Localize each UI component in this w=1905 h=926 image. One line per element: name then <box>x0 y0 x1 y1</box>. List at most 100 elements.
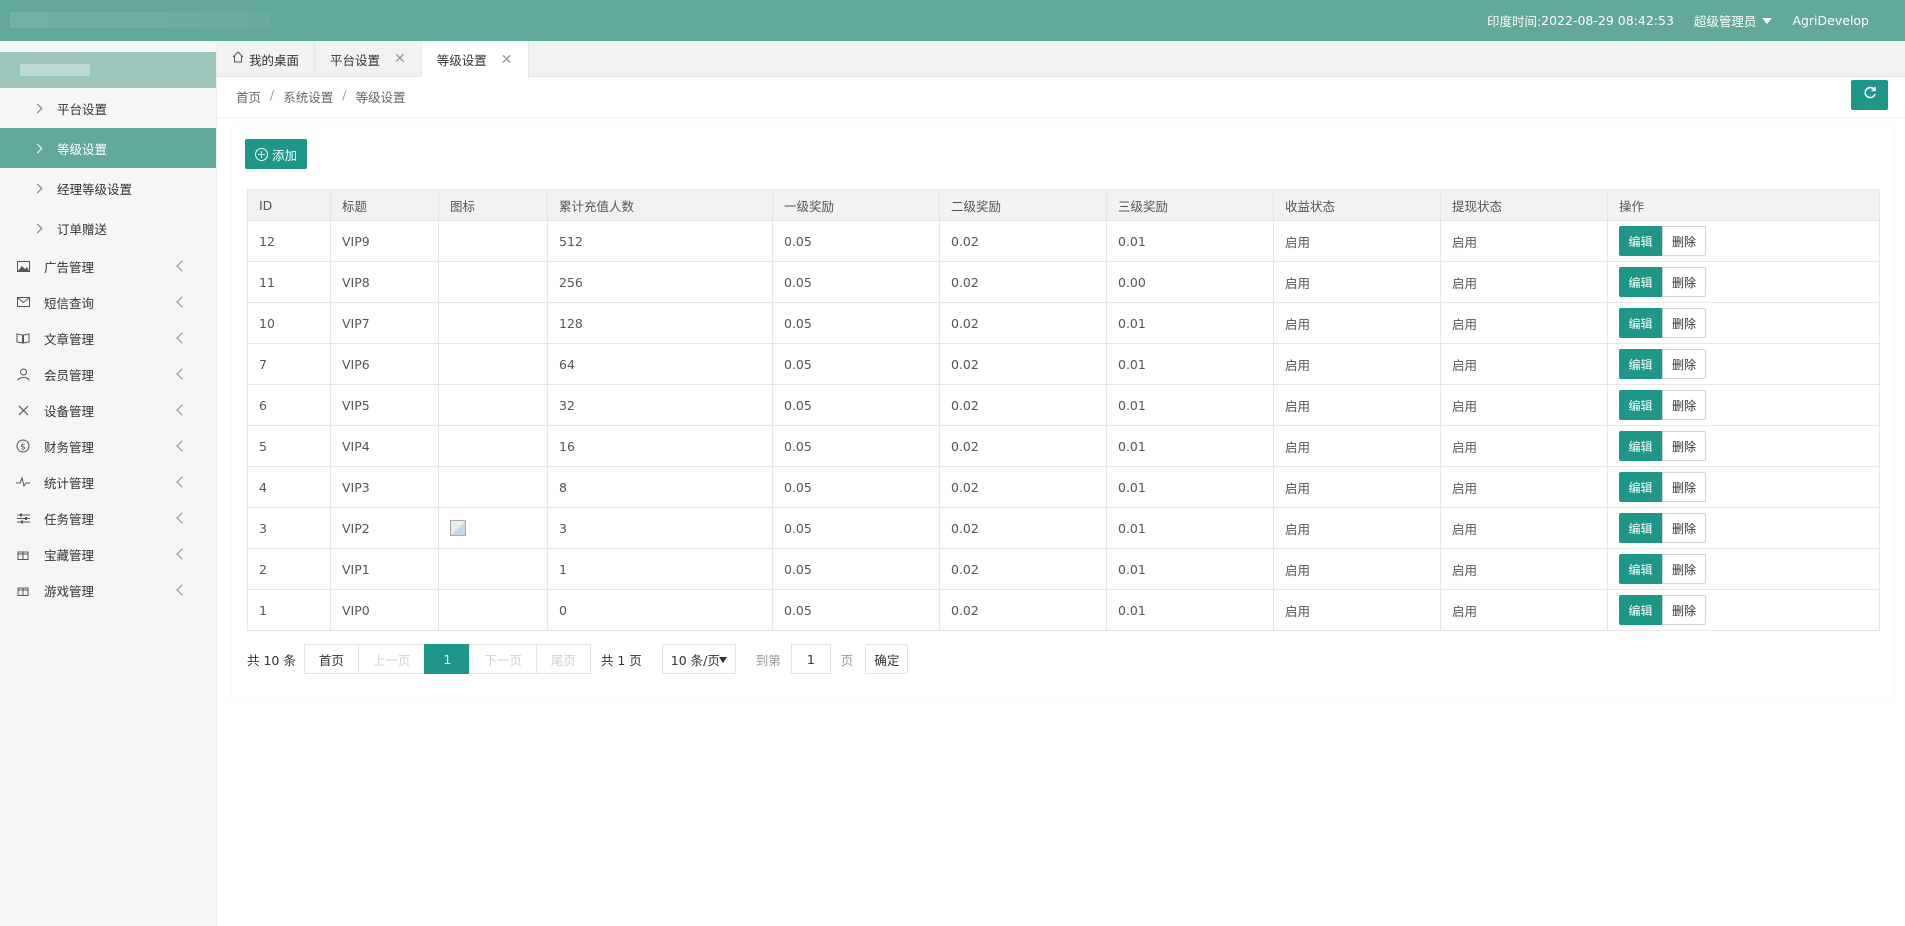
sidebar-item-platform-settings[interactable]: 平台设置 <box>0 88 216 128</box>
sidebar-item-articles[interactable]: 文章管理 <box>0 320 216 356</box>
column-header: 操作 <box>1607 189 1880 221</box>
column-header: 累计充值人数 <box>547 189 773 221</box>
tab-level-settings[interactable]: 等级设置 ✕ <box>421 41 529 78</box>
reward1-cell: 0.05 <box>772 425 940 467</box>
sidebar-item-devices[interactable]: 设备管理 <box>0 392 216 428</box>
action-group: 编辑 删除 <box>1619 595 1868 625</box>
add-button[interactable]: + 添加 <box>245 139 307 169</box>
column-header: 收益状态 <box>1273 189 1441 221</box>
close-icon[interactable]: ✕ <box>501 52 513 68</box>
current-page[interactable]: 1 <box>424 644 471 674</box>
action-group: 编辑 删除 <box>1619 472 1868 502</box>
user-name[interactable]: AgriDevelop <box>1792 13 1869 28</box>
icon-cell <box>438 466 548 508</box>
prev-page-button[interactable]: 上一页 <box>357 644 426 674</box>
delete-button[interactable]: 删除 <box>1662 308 1706 338</box>
edit-button[interactable]: 编辑 <box>1619 390 1662 420</box>
refresh-button[interactable] <box>1851 80 1888 110</box>
chevron-left-icon <box>176 476 188 488</box>
income-status-cell: 启用 <box>1273 302 1441 344</box>
table-row: 3 VIP2 3 0.05 0.02 0.01 启用 启用 编辑 删除 <box>247 507 1880 549</box>
sidebar-item-level-settings[interactable]: 等级设置 <box>0 128 216 168</box>
dollar-icon: $ <box>16 439 30 453</box>
delete-button[interactable]: 删除 <box>1662 226 1706 256</box>
action-group: 编辑 删除 <box>1619 308 1868 338</box>
chevron-left-icon <box>176 296 188 308</box>
reward1-cell: 0.05 <box>772 261 940 303</box>
sidebar-item-stats[interactable]: 统计管理 <box>0 464 216 500</box>
table-row: 4 VIP3 8 0.05 0.02 0.01 启用 启用 编辑 删除 <box>247 466 1880 508</box>
delete-button[interactable]: 删除 <box>1662 472 1706 502</box>
table-header-row: ID 标题 图标 累计充值人数 一级奖励 二级奖励 三级奖励 收益状态 提现状态… <box>247 189 1880 221</box>
sidebar-item-order-gift[interactable]: 订单赠送 <box>0 208 216 248</box>
sidebar-item-label: 广告管理 <box>44 259 95 275</box>
sidebar-item-members[interactable]: 会员管理 <box>0 356 216 392</box>
chevron-left-icon <box>176 368 188 380</box>
breadcrumb-home[interactable]: 首页 <box>236 87 261 106</box>
sidebar-item-games[interactable]: 游戏管理 <box>0 572 216 608</box>
reward2-cell: 0.02 <box>939 425 1107 467</box>
tab-platform-settings[interactable]: 平台设置 ✕ <box>315 41 422 77</box>
withdraw-status-cell: 启用 <box>1440 548 1608 590</box>
page-size-select[interactable]: 10 条/页 <box>661 644 736 674</box>
income-status-cell: 启用 <box>1273 466 1441 508</box>
delete-button[interactable]: 删除 <box>1662 595 1706 625</box>
mail-icon <box>16 295 30 309</box>
delete-button[interactable]: 删除 <box>1662 267 1706 297</box>
actions-cell: 编辑 删除 <box>1607 507 1880 549</box>
sidebar-item-tasks[interactable]: 任务管理 <box>0 500 216 536</box>
delete-button[interactable]: 删除 <box>1662 349 1706 379</box>
delete-button[interactable]: 删除 <box>1662 390 1706 420</box>
reward2-cell: 0.02 <box>939 343 1107 385</box>
last-page-button[interactable]: 尾页 <box>535 644 591 674</box>
svg-text:$: $ <box>20 443 26 453</box>
reward3-cell: 0.01 <box>1106 548 1274 590</box>
chevron-right-icon <box>32 223 43 233</box>
sidebar-item-ads[interactable]: 广告管理 <box>0 248 216 284</box>
sidebar-item-label: 平台设置 <box>57 101 108 117</box>
reward1-cell: 0.05 <box>772 548 940 590</box>
goto-confirm-button[interactable]: 确定 <box>865 644 909 674</box>
withdraw-status-cell: 启用 <box>1440 343 1608 385</box>
id-cell: 5 <box>247 425 331 467</box>
page-size-value: 10 条/页 <box>670 652 720 668</box>
delete-button[interactable]: 删除 <box>1662 431 1706 461</box>
edit-button[interactable]: 编辑 <box>1619 267 1662 297</box>
edit-button[interactable]: 编辑 <box>1619 513 1662 543</box>
sidebar-item-label: 会员管理 <box>44 367 95 383</box>
image-icon <box>16 259 30 273</box>
withdraw-status-cell: 启用 <box>1440 384 1608 426</box>
sidebar-group-system[interactable] <box>0 52 216 88</box>
tab-desktop[interactable]: 我的桌面 <box>217 41 316 77</box>
edit-button[interactable]: 编辑 <box>1619 595 1662 625</box>
delete-button[interactable]: 删除 <box>1662 554 1706 584</box>
sidebar-item-manager-level-settings[interactable]: 经理等级设置 <box>0 168 216 208</box>
edit-button[interactable]: 编辑 <box>1619 554 1662 584</box>
column-header: 一级奖励 <box>772 189 940 221</box>
chevron-right-icon <box>32 143 43 153</box>
delete-button[interactable]: 删除 <box>1662 513 1706 543</box>
table-row: 10 VIP7 128 0.05 0.02 0.01 启用 启用 编辑 删除 <box>247 302 1880 344</box>
id-cell: 1 <box>247 589 331 631</box>
edit-button[interactable]: 编辑 <box>1619 308 1662 338</box>
edit-button[interactable]: 编辑 <box>1619 431 1662 461</box>
edit-button[interactable]: 编辑 <box>1619 472 1662 502</box>
role-dropdown[interactable]: 超级管理员 <box>1694 11 1773 30</box>
sidebar-item-finance[interactable]: $ 财务管理 <box>0 428 216 464</box>
first-page-button[interactable]: 首页 <box>303 644 359 674</box>
sidebar-item-sms[interactable]: 短信查询 <box>0 284 216 320</box>
table-row: 12 VIP9 512 0.05 0.02 0.01 启用 启用 编辑 删除 <box>247 220 1880 262</box>
id-cell: 10 <box>247 302 331 344</box>
goto-page-input[interactable]: 1 <box>790 644 831 674</box>
action-group: 编辑 删除 <box>1619 267 1868 297</box>
id-cell: 3 <box>247 507 331 549</box>
edit-button[interactable]: 编辑 <box>1619 226 1662 256</box>
sidebar-item-label: 宝藏管理 <box>44 547 95 563</box>
edit-button[interactable]: 编辑 <box>1619 349 1662 379</box>
breadcrumb-system[interactable]: 系统设置 <box>283 87 333 106</box>
title-cell: VIP5 <box>330 384 439 426</box>
reward1-cell: 0.05 <box>772 302 940 344</box>
close-icon[interactable]: ✕ <box>394 51 406 67</box>
next-page-button[interactable]: 下一页 <box>469 644 537 674</box>
sidebar-item-treasure[interactable]: 宝藏管理 <box>0 536 216 572</box>
